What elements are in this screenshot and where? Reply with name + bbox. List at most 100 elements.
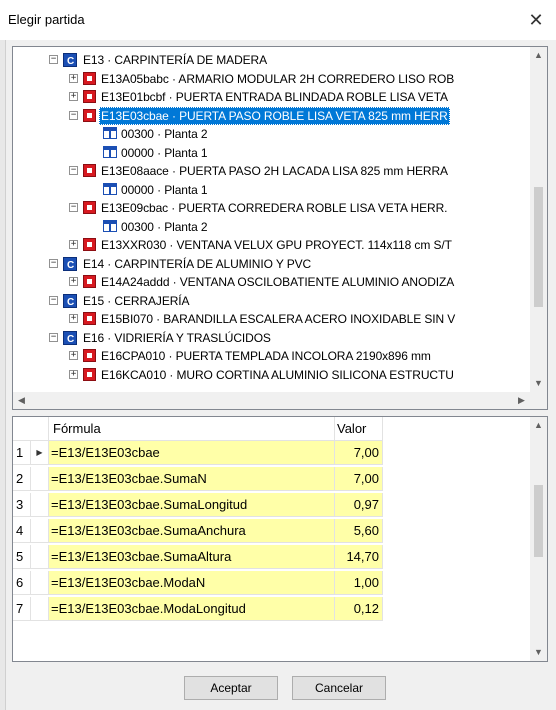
formula-cell[interactable]: =E13/E13E03cbae.ModaLongitud xyxy=(49,597,335,621)
formula-cell[interactable]: =E13/E13E03cbae.SumaAltura xyxy=(49,545,335,569)
tree-node-item[interactable]: + E16CPA010 · PUERTA TEMPLADA INCOLORA 21… xyxy=(13,347,532,365)
formula-cell[interactable]: =E13/E13E03cbae.ModaN xyxy=(49,571,335,595)
accept-button[interactable]: Aceptar xyxy=(184,676,278,700)
formula-cell[interactable]: =E13/E13E03cbae.SumaN xyxy=(49,467,335,491)
tree-node-item[interactable]: + E14A24addd · VENTANA OSCILOBATIENTE ALU… xyxy=(13,273,532,291)
tree-node-label: 00000 · Planta 1 xyxy=(121,182,208,197)
value-cell[interactable]: 7,00 xyxy=(335,441,383,465)
chapter-icon xyxy=(63,53,77,71)
formula-cell[interactable]: =E13/E13E03cbae.SumaLongitud xyxy=(49,493,335,517)
tree-node-chapter[interactable]: − E15 · CERRAJERÍA xyxy=(13,292,532,312)
tree-node-label: E15BI070 · BARANDILLA ESCALERA ACERO INO… xyxy=(101,312,456,326)
collapse-icon[interactable]: − xyxy=(49,332,58,342)
chapter-icon xyxy=(63,256,77,275)
tree-node-label: E16CPA010 · PUERTA TEMPLADA INCOLORA 219… xyxy=(101,349,431,363)
expand-icon[interactable]: + xyxy=(69,369,78,379)
tree-node-item[interactable]: + E15BI070 · BARANDILLA ESCALERA ACERO IN… xyxy=(13,310,532,328)
chapter-icon xyxy=(63,293,77,312)
tree-node-chapter[interactable]: − E13 · CARPINTERÍA DE MADERA xyxy=(13,51,532,71)
tree-node-item[interactable]: + E13A05babc · ARMARIO MODULAR 2H CORREDE… xyxy=(13,70,532,88)
close-icon[interactable]: ✕ xyxy=(524,8,548,32)
row-number: 3 xyxy=(13,493,31,517)
medicion-icon xyxy=(103,219,117,232)
value-cell[interactable]: 0,97 xyxy=(335,493,383,517)
tree-node-medicion[interactable]: 00300 · Planta 2 xyxy=(13,218,532,236)
row-indicator-icon xyxy=(31,597,49,621)
collapse-icon[interactable]: − xyxy=(69,203,78,212)
formula-grid[interactable]: Fórmula Valor 1 ▶ =E13/E13E03cbae 7,00 2 =E13… xyxy=(12,416,548,662)
table-row[interactable]: 5 =E13/E13E03cbae.SumaAltura 14,70 xyxy=(13,545,383,569)
tree-node-item[interactable]: + E16KCA010 · MURO CORTINA ALUMINIO SILIC… xyxy=(13,366,532,384)
table-row[interactable]: 7 =E13/E13E03cbae.ModaLongitud 0,12 xyxy=(13,597,383,621)
scroll-right-icon[interactable]: ▶ xyxy=(513,392,530,409)
column-header-formula[interactable]: Fórmula xyxy=(49,417,335,441)
formula-cell[interactable]: =E13/E13E03cbae xyxy=(49,441,335,465)
expand-icon[interactable]: + xyxy=(69,73,78,83)
tree-node-medicion[interactable]: 00300 · Planta 2 xyxy=(13,125,532,143)
item-icon xyxy=(83,367,96,381)
column-header-value[interactable]: Valor xyxy=(335,417,383,441)
window-edge xyxy=(0,40,6,710)
collapse-icon[interactable]: − xyxy=(69,166,78,175)
scroll-left-icon[interactable]: ◀ xyxy=(13,392,30,409)
tree-node-medicion[interactable]: 00000 · Planta 1 xyxy=(13,181,532,199)
scroll-down-icon[interactable]: ▼ xyxy=(530,375,547,392)
row-indicator-icon xyxy=(31,519,49,543)
table-row[interactable]: 2 =E13/E13E03cbae.SumaN 7,00 xyxy=(13,467,383,491)
medicion-icon xyxy=(103,127,117,139)
tree-node-chapter[interactable]: − E16 · VIDRIERÍA Y TRASLÚCIDOS xyxy=(13,329,532,349)
item-icon xyxy=(83,164,96,177)
tree-node-label: E14A24addd · VENTANA OSCILOBATIENTE ALUM… xyxy=(101,275,455,289)
tree-node-item[interactable]: − E13E03cbae · PUERTA PASO ROBLE LISA VET… xyxy=(13,106,532,125)
table-row[interactable]: 1 ▶ =E13/E13E03cbae 7,00 xyxy=(13,441,383,465)
title-bar: Elegir partida ✕ xyxy=(0,0,556,40)
value-cell[interactable]: 7,00 xyxy=(335,467,383,491)
row-indicator-icon xyxy=(31,545,49,569)
expand-icon[interactable]: + xyxy=(69,351,78,360)
value-cell[interactable]: 0,12 xyxy=(335,597,383,621)
tree-horizontal-scrollbar[interactable]: ◀ ▶ xyxy=(13,392,547,409)
value-cell[interactable]: 5,60 xyxy=(335,519,383,543)
collapse-icon[interactable]: − xyxy=(69,110,78,120)
table-row[interactable]: 6 =E13/E13E03cbae.ModaN 1,00 xyxy=(13,571,383,595)
item-icon xyxy=(83,201,96,214)
item-icon xyxy=(83,349,96,362)
value-cell[interactable]: 1,00 xyxy=(335,571,383,595)
tree-node-medicion[interactable]: 00000 · Planta 1 xyxy=(13,144,532,162)
expand-icon[interactable]: + xyxy=(69,314,78,323)
grid-scroll-thumb[interactable] xyxy=(534,485,543,557)
cancel-button[interactable]: Cancelar xyxy=(292,676,386,700)
scroll-up-icon[interactable]: ▲ xyxy=(530,417,547,434)
tree-node-item[interactable]: − E13E09cbac · PUERTA CORREDERA ROBLE LIS… xyxy=(13,199,532,217)
scroll-up-icon[interactable]: ▲ xyxy=(530,47,547,64)
tree-node-item[interactable]: + E13XXR030 · VENTANA VELUX GPU PROYECT. … xyxy=(13,236,532,254)
tree-node-label: 00300 · Planta 2 xyxy=(121,219,208,234)
scroll-down-icon[interactable]: ▼ xyxy=(530,644,547,661)
grid-vertical-scrollbar[interactable]: ▲ ▼ xyxy=(530,417,547,661)
row-number: 5 xyxy=(13,545,31,569)
tree-node-chapter[interactable]: − E14 · CARPINTERÍA DE ALUMINIO Y PVC xyxy=(13,255,532,275)
tree-content: − E13 · CARPINTERÍA DE MADERA + E13A05babc … xyxy=(13,47,532,392)
tree-node-label: E13E01bcbf · PUERTA ENTRADA BLINDADA ROB… xyxy=(101,90,448,104)
row-number: 6 xyxy=(13,571,31,595)
partidas-tree[interactable]: − E13 · CARPINTERÍA DE MADERA + E13A05babc … xyxy=(12,46,548,410)
tree-scroll-thumb[interactable] xyxy=(534,187,543,307)
tree-node-item[interactable]: + E13E01bcbf · PUERTA ENTRADA BLINDADA RO… xyxy=(13,88,532,106)
tree-vertical-scrollbar[interactable]: ▲ ▼ xyxy=(530,47,547,392)
collapse-icon[interactable]: − xyxy=(49,295,58,305)
grid-header-corner xyxy=(13,417,49,441)
item-icon xyxy=(83,108,96,122)
expand-icon[interactable]: + xyxy=(69,277,78,286)
collapse-icon[interactable]: − xyxy=(49,55,58,64)
formula-cell[interactable]: =E13/E13E03cbae.SumaAnchura xyxy=(49,519,335,543)
tree-node-label: E13A05babc · ARMARIO MODULAR 2H CORREDER… xyxy=(101,71,455,86)
value-cell[interactable]: 14,70 xyxy=(335,545,383,569)
table-row[interactable]: 4 =E13/E13E03cbae.SumaAnchura 5,60 xyxy=(13,519,383,543)
tree-node-label: 00300 · Planta 2 xyxy=(121,127,208,141)
collapse-icon[interactable]: − xyxy=(49,258,58,268)
tree-node-label: E13E08aace · PUERTA PASO 2H LACADA LISA … xyxy=(101,164,448,178)
expand-icon[interactable]: + xyxy=(69,92,78,101)
table-row[interactable]: 3 =E13/E13E03cbae.SumaLongitud 0,97 xyxy=(13,493,383,517)
expand-icon[interactable]: + xyxy=(69,240,78,249)
tree-node-item[interactable]: − E13E08aace · PUERTA PASO 2H LACADA LISA… xyxy=(13,162,532,180)
